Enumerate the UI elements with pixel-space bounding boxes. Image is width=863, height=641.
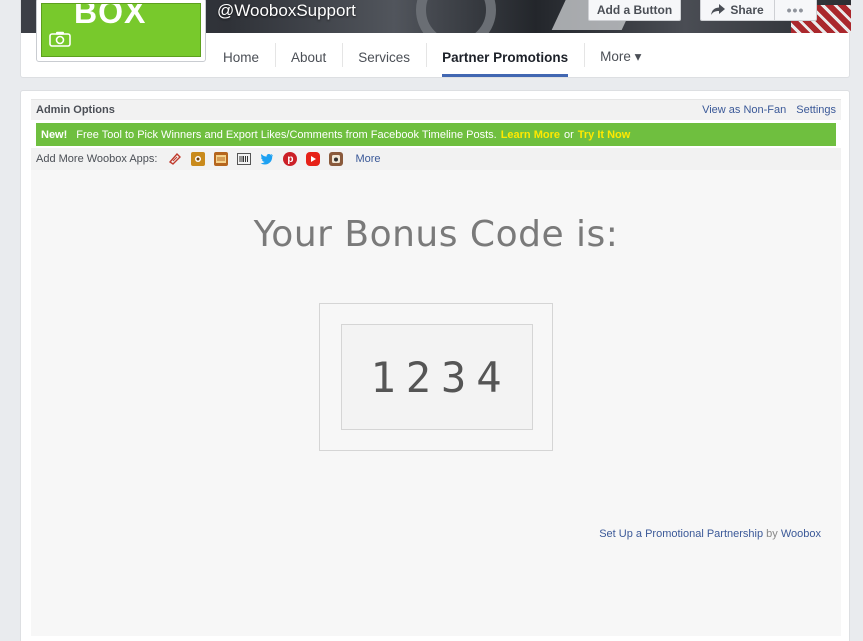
share-button[interactable]: Share [700, 0, 774, 21]
twitter-icon[interactable] [260, 152, 274, 166]
add-apps-bar: Add More Woobox Apps: p More [31, 148, 841, 170]
share-icon [711, 4, 726, 15]
instagram-icon[interactable] [329, 152, 344, 166]
bonus-code-frame: 1234 [319, 303, 553, 451]
news-or: or [563, 128, 574, 141]
coupon-icon[interactable] [168, 152, 182, 166]
more-options-button[interactable]: ••• [774, 0, 817, 21]
tab-home[interactable]: Home [207, 37, 275, 77]
camera-icon[interactable] [49, 31, 71, 47]
woobox-app: Admin Options View as Non-Fan Settings N… [31, 99, 841, 641]
woobox-logo: BOX [41, 3, 201, 57]
bonus-code-title: Your Bonus Code is: [253, 214, 619, 255]
tab-about[interactable]: About [275, 37, 342, 77]
logo-text: BOX [74, 3, 147, 30]
promotion-content: Your Bonus Code is: 1234 Set Up a Promot… [31, 170, 841, 636]
app-card: Admin Options View as Non-Fan Settings N… [20, 90, 850, 641]
photo-contest-icon[interactable] [191, 152, 206, 166]
add-apps-label: Add More Woobox Apps: [36, 153, 158, 165]
youtube-icon[interactable] [306, 152, 321, 166]
tab-services[interactable]: Services [342, 37, 426, 77]
add-a-button[interactable]: Add a Button [588, 0, 681, 21]
tab-partner-promotions[interactable]: Partner Promotions [426, 37, 584, 77]
settings-link[interactable]: Settings [796, 104, 836, 116]
share-label: Share [730, 2, 764, 17]
coupon-code-icon[interactable] [214, 152, 229, 166]
more-apps-link[interactable]: More [355, 153, 380, 165]
learn-more-link[interactable]: Learn More [501, 129, 560, 141]
woobox-link[interactable]: Woobox [781, 528, 821, 540]
try-it-now-link[interactable]: Try It Now [578, 129, 631, 141]
footer-by: by [766, 528, 778, 540]
news-banner: New! Free Tool to Pick Winners and Expor… [36, 123, 836, 146]
admin-options-bar: Admin Options View as Non-Fan Settings [31, 99, 841, 120]
new-badge: New! [41, 128, 68, 141]
page-tabs: Home About Services Partner Promotions M… [207, 37, 657, 77]
news-text: Free Tool to Pick Winners and Export Lik… [76, 128, 497, 141]
tab-more[interactable]: More ▾ [584, 37, 657, 77]
partnership-footer: Set Up a Promotional Partnership by Woob… [599, 528, 821, 540]
barcode-icon[interactable] [237, 152, 252, 166]
admin-options-title: Admin Options [36, 104, 115, 116]
setup-partnership-link[interactable]: Set Up a Promotional Partnership [599, 528, 763, 540]
view-as-non-fan-link[interactable]: View as Non-Fan [702, 104, 786, 116]
cover-decoration [416, 0, 496, 33]
pinterest-icon[interactable]: p [283, 152, 298, 166]
page-handle[interactable]: @WooboxSupport [217, 1, 356, 21]
bonus-code: 1234 [341, 324, 533, 430]
profile-picture[interactable]: BOX [36, 0, 206, 62]
